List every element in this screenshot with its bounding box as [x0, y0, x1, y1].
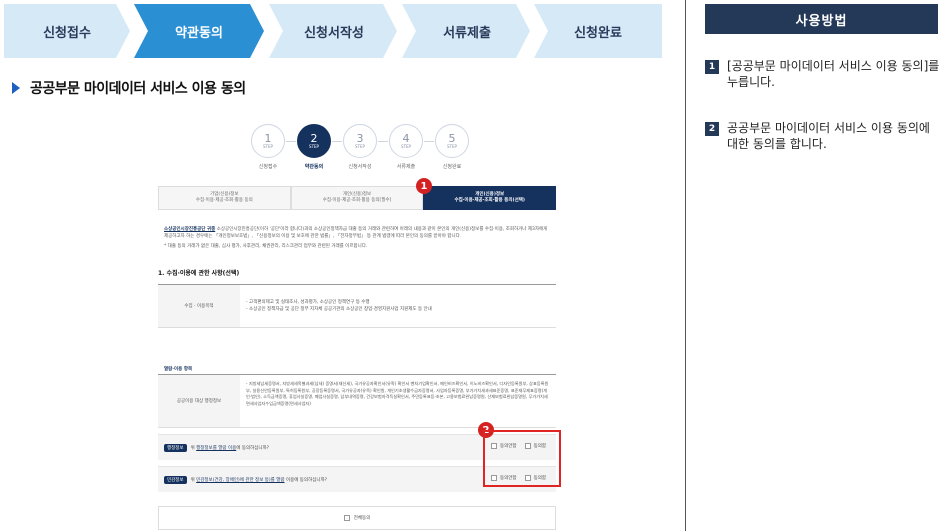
- usage-step-2: 2 공공부문 마이데이터 서비스 이용 동의에 대한 동의를 합니다.: [705, 120, 940, 152]
- tab-personal-info-required[interactable]: 개인(신용)정보 수집·이용·제공·조회·활용 동의[필수]: [290, 186, 424, 210]
- mini-step-3: 3 STEP 신청서작성: [340, 124, 380, 170]
- usage-step-1: 1 [공공부문 마이데이터 서비스 이용 동의]를 누릅니다.: [705, 58, 940, 90]
- items-subtitle: 열람·이용 항목: [164, 367, 193, 372]
- tab-personal-info-optional[interactable]: 개인(신용)정보 수집·이용·제공·조회·활용 동의(선택): [423, 186, 557, 210]
- step-5: 신청완료: [574, 25, 622, 41]
- step-3: 신청서작성: [304, 25, 364, 41]
- consent-screen: 1 STEP 신청접수 2 STEP 약관동의 3 STEP 신청서작성 4 STEP …: [158, 112, 561, 531]
- highlight-box: [483, 430, 561, 487]
- step-2: 약관동의: [175, 25, 223, 41]
- step-4: 서류제출: [443, 25, 491, 41]
- step-progress: 신청접수 약관동의 신청서작성 서류제출 신청완료: [4, 4, 662, 58]
- mini-step-1: 1 STEP 신청접수: [248, 124, 288, 170]
- step-1: 신청접수: [43, 25, 91, 41]
- section-collection-title: 1. 수집·이용에 관한 사항(선택): [158, 270, 240, 277]
- all-agree-checkbox[interactable]: 전체동의: [158, 506, 556, 530]
- section-title: 공공부문 마이데이터 서비스 이용 동의: [12, 78, 246, 98]
- intro-text: 소상공인시장진흥공단 귀중 소상공인시장진흥공단(이하 '공단'이라 합니다)과…: [164, 227, 548, 249]
- mini-step-5: 5 STEP 신청완료: [432, 124, 472, 170]
- panel-divider: [685, 0, 686, 531]
- usage-title: 사용방법: [705, 4, 938, 34]
- mini-step-4: 4 STEP 서류제출: [386, 124, 426, 170]
- triangle-bullet-icon: [12, 82, 20, 94]
- tab-corporate-info[interactable]: 기업(신용)정보 수집·이용·제공·조회·활용 동의: [158, 186, 291, 210]
- admin-info-table: 공공이용 대상 행정정보 - 지방세납세증명서, 지방세세목별과세(납세) 증명…: [158, 374, 556, 428]
- consent-tabs: 기업(신용)정보 수집·이용·제공·조회·활용 동의 개인(신용)정보 수집·이용·…: [158, 186, 557, 210]
- section-title-text: 공공부문 마이데이터 서비스 이용 동의: [30, 81, 246, 97]
- mini-step-2: 2 STEP 약관동의: [294, 124, 334, 170]
- mini-step-progress: 1 STEP 신청접수 2 STEP 약관동의 3 STEP 신청서작성 4 STEP …: [248, 124, 470, 176]
- page: 신청접수 약관동의 신청서작성 서류제출 신청완료 공공부문 마이데이터 서비스…: [0, 0, 942, 531]
- callout-badge-1: 1: [416, 178, 432, 194]
- purpose-table: 수집 · 이용목적 - 고객편의제고 및 실태조사, 성과평가, 소상공인 정책…: [158, 284, 556, 328]
